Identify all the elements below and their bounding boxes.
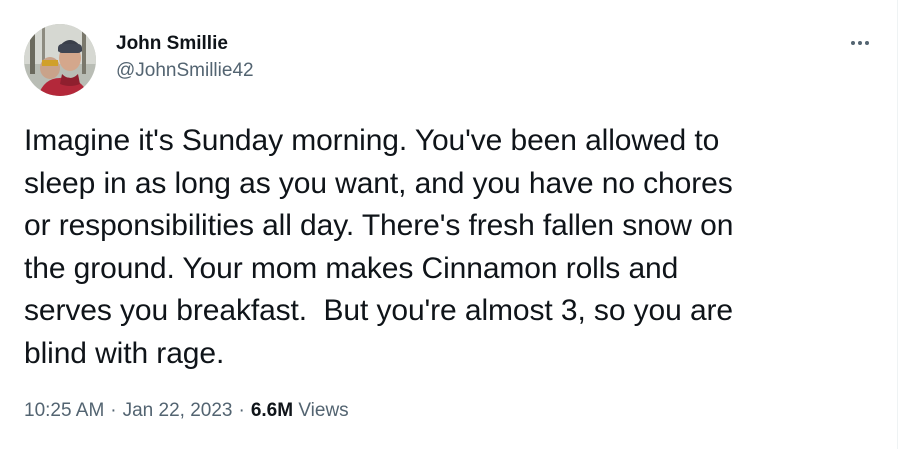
- separator: ·: [110, 400, 117, 421]
- views-count: 6.6M: [250, 400, 294, 421]
- tweet-time: 10:25 AM: [24, 400, 105, 421]
- tweet-card: John Smillie @JohnSmillie42 Imagine it's…: [0, 0, 898, 449]
- views-label: Views: [298, 400, 349, 421]
- tweet-text: Imagine it's Sunday morning. You've been…: [24, 124, 734, 370]
- author-names: John Smillie @JohnSmillie42: [116, 32, 254, 83]
- avatar[interactable]: [24, 24, 96, 96]
- separator: ·: [238, 400, 245, 421]
- tweet-header: John Smillie @JohnSmillie42: [24, 24, 254, 96]
- tweet-date: Jan 22, 2023: [122, 400, 233, 421]
- author-display-name[interactable]: John Smillie: [116, 32, 254, 56]
- more-options-button[interactable]: [847, 30, 873, 56]
- more-horizontal-icon: [851, 41, 869, 45]
- author-handle[interactable]: @JohnSmillie42: [116, 59, 254, 83]
- tweet-time-link[interactable]: 10:25 AM · Jan 22, 2023: [24, 400, 232, 421]
- avatar-photo-icon: [24, 24, 96, 96]
- tweet-metadata: 10:25 AM · Jan 22, 2023 · 6.6M Views: [24, 398, 349, 424]
